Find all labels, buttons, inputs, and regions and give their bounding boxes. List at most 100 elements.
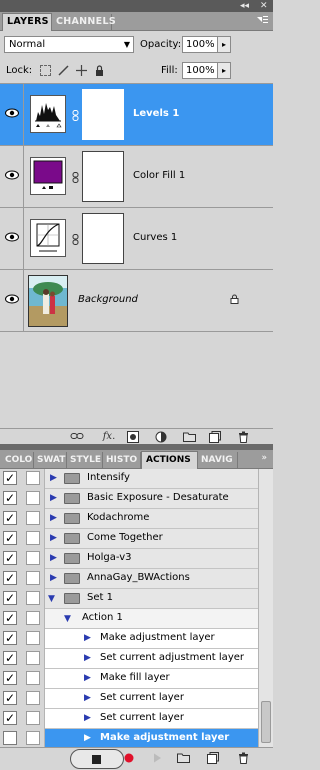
blend-mode-select[interactable]: Normal ▼ (4, 36, 134, 53)
toggle-checkbox[interactable]: ✓ (3, 611, 17, 625)
action-set-row[interactable]: ✓ ▶ Come Together (0, 529, 258, 549)
expand-triangle-icon[interactable]: ▶ (50, 473, 57, 483)
new-adjustment-icon[interactable] (154, 431, 168, 443)
dialog-toggle[interactable] (26, 631, 40, 645)
new-group-icon[interactable] (182, 431, 196, 443)
layer-mask-thumbnail[interactable] (82, 213, 124, 264)
stop-button[interactable] (70, 749, 124, 769)
fx-icon[interactable]: fx. (102, 431, 116, 443)
action-set-row[interactable]: ✓ ▶ AnnaGay_BWActions (0, 569, 258, 589)
action-step-row[interactable]: ✓ ▶ Set current layer (0, 689, 258, 709)
scrollbar-thumb[interactable] (261, 701, 271, 743)
visibility-eye-icon[interactable] (0, 270, 24, 331)
layer-name[interactable]: Color Fill 1 (133, 170, 185, 181)
lock-transparency-icon[interactable] (40, 65, 51, 76)
action-step-row[interactable]: ✓ ▶ Make adjustment layer (0, 629, 258, 649)
dialog-toggle[interactable] (26, 531, 40, 545)
action-step-row[interactable]: ✓ ▶ Set current adjustment layer (0, 649, 258, 669)
link-layers-icon[interactable] (70, 431, 84, 443)
tab-history[interactable]: HISTO (103, 452, 141, 468)
action-row[interactable]: ✓ ▼ Action 1 (0, 609, 258, 629)
lock-position-icon[interactable] (76, 65, 87, 76)
expand-triangle-icon[interactable]: ▶ (84, 653, 91, 663)
toggle-checkbox[interactable]: ✓ (3, 651, 17, 665)
layer-name[interactable]: Background (78, 294, 138, 305)
collapse-dock-icon[interactable]: ◂◂ (240, 1, 249, 11)
toggle-checkbox[interactable]: ✓ (3, 571, 17, 585)
new-layer-icon[interactable] (208, 431, 222, 443)
new-set-icon[interactable] (176, 752, 190, 766)
expand-triangle-icon[interactable]: ▶ (50, 493, 57, 503)
dialog-toggle[interactable] (26, 611, 40, 625)
expand-triangle-icon[interactable]: ▶ (50, 553, 57, 563)
tab-swatches[interactable]: SWAT (34, 452, 67, 468)
layer-name[interactable]: Levels 1 (133, 108, 179, 119)
tab-channels[interactable]: CHANNELS (52, 14, 116, 30)
visibility-eye-icon[interactable] (0, 146, 24, 207)
toggle-checkbox[interactable]: ✓ (3, 551, 17, 565)
expand-triangle-icon[interactable]: ▶ (84, 673, 91, 683)
collapse-triangle-icon[interactable]: ▼ (64, 614, 71, 624)
expand-triangle-icon[interactable]: ▶ (50, 513, 57, 523)
expand-triangle-icon[interactable]: ▶ (84, 713, 91, 723)
record-icon[interactable] (122, 752, 136, 766)
action-set-row[interactable]: ✓ ▶ Intensify (0, 469, 258, 489)
layer-row-color-fill[interactable]: Color Fill 1 (0, 146, 273, 208)
dialog-toggle[interactable] (26, 471, 40, 485)
dialog-toggle[interactable] (26, 571, 40, 585)
toggle-checkbox[interactable]: ✓ (3, 591, 17, 605)
tab-styles[interactable]: STYLE (67, 452, 103, 468)
fill-slider-toggle[interactable]: ▸ (217, 62, 231, 79)
layer-row-background[interactable]: Background (0, 270, 273, 332)
mask-link-icon[interactable] (72, 172, 79, 186)
mask-link-icon[interactable] (72, 110, 79, 124)
expand-triangle-icon[interactable]: ▶ (50, 573, 57, 583)
tab-layers[interactable]: LAYERS (2, 13, 52, 31)
dialog-toggle[interactable] (26, 731, 40, 745)
mask-link-icon[interactable] (72, 234, 79, 248)
tab-color[interactable]: COLO (2, 452, 34, 468)
action-step-row[interactable]: ✓ ▶ Set current layer (0, 709, 258, 729)
layer-row-levels[interactable]: Levels 1 (0, 84, 273, 146)
action-set-row[interactable]: ✓ ▶ Basic Exposure - Desaturate (0, 489, 258, 509)
lock-image-icon[interactable] (58, 65, 69, 76)
actions-scrollbar[interactable] (258, 469, 273, 747)
toggle-checkbox[interactable]: ✓ (3, 631, 17, 645)
expand-triangle-icon[interactable]: ▶ (84, 693, 91, 703)
dialog-toggle[interactable] (26, 671, 40, 685)
layer-row-curves[interactable]: Curves 1 (0, 208, 273, 270)
expand-triangle-icon[interactable]: ▶ (50, 533, 57, 543)
visibility-eye-icon[interactable] (0, 84, 24, 145)
toggle-checkbox[interactable]: ✓ (3, 531, 17, 545)
visibility-eye-icon[interactable] (0, 208, 24, 269)
toggle-checkbox[interactable]: ✓ (3, 731, 17, 745)
layer-mask-thumbnail[interactable] (82, 89, 124, 140)
lock-all-icon[interactable] (94, 65, 105, 76)
dialog-toggle[interactable] (26, 511, 40, 525)
dialog-toggle[interactable] (26, 651, 40, 665)
action-set-row-expanded[interactable]: ✓ ▼ Set 1 (0, 589, 258, 609)
toggle-checkbox[interactable]: ✓ (3, 671, 17, 685)
trash-icon[interactable] (236, 752, 250, 766)
play-icon[interactable] (150, 752, 164, 766)
dialog-toggle[interactable] (26, 491, 40, 505)
collapse-triangle-icon[interactable]: ▼ (48, 594, 55, 604)
opacity-slider-toggle[interactable]: ▸ (217, 36, 231, 53)
toggle-checkbox[interactable]: ✓ (3, 491, 17, 505)
add-mask-icon[interactable] (126, 431, 140, 443)
toggle-checkbox[interactable]: ✓ (3, 711, 17, 725)
toggle-checkbox[interactable]: ✓ (3, 511, 17, 525)
action-step-row[interactable]: ✓ ▶ Make fill layer (0, 669, 258, 689)
trash-icon[interactable] (236, 431, 250, 443)
expand-triangle-icon[interactable]: ▶ (84, 733, 91, 743)
expand-triangle-icon[interactable]: ▶ (84, 633, 91, 643)
toggle-checkbox[interactable]: ✓ (3, 691, 17, 705)
dialog-toggle[interactable] (26, 711, 40, 725)
action-set-row[interactable]: ✓ ▶ Kodachrome (0, 509, 258, 529)
dialog-toggle[interactable] (26, 551, 40, 565)
tab-actions[interactable]: ACTIONS (141, 451, 198, 469)
layer-mask-thumbnail[interactable] (82, 151, 124, 202)
layer-name[interactable]: Curves 1 (133, 232, 177, 243)
action-step-row-selected[interactable]: ✓ ▶ Make adjustment layer (0, 729, 258, 747)
tab-navigator[interactable]: NAVIG (198, 452, 238, 468)
